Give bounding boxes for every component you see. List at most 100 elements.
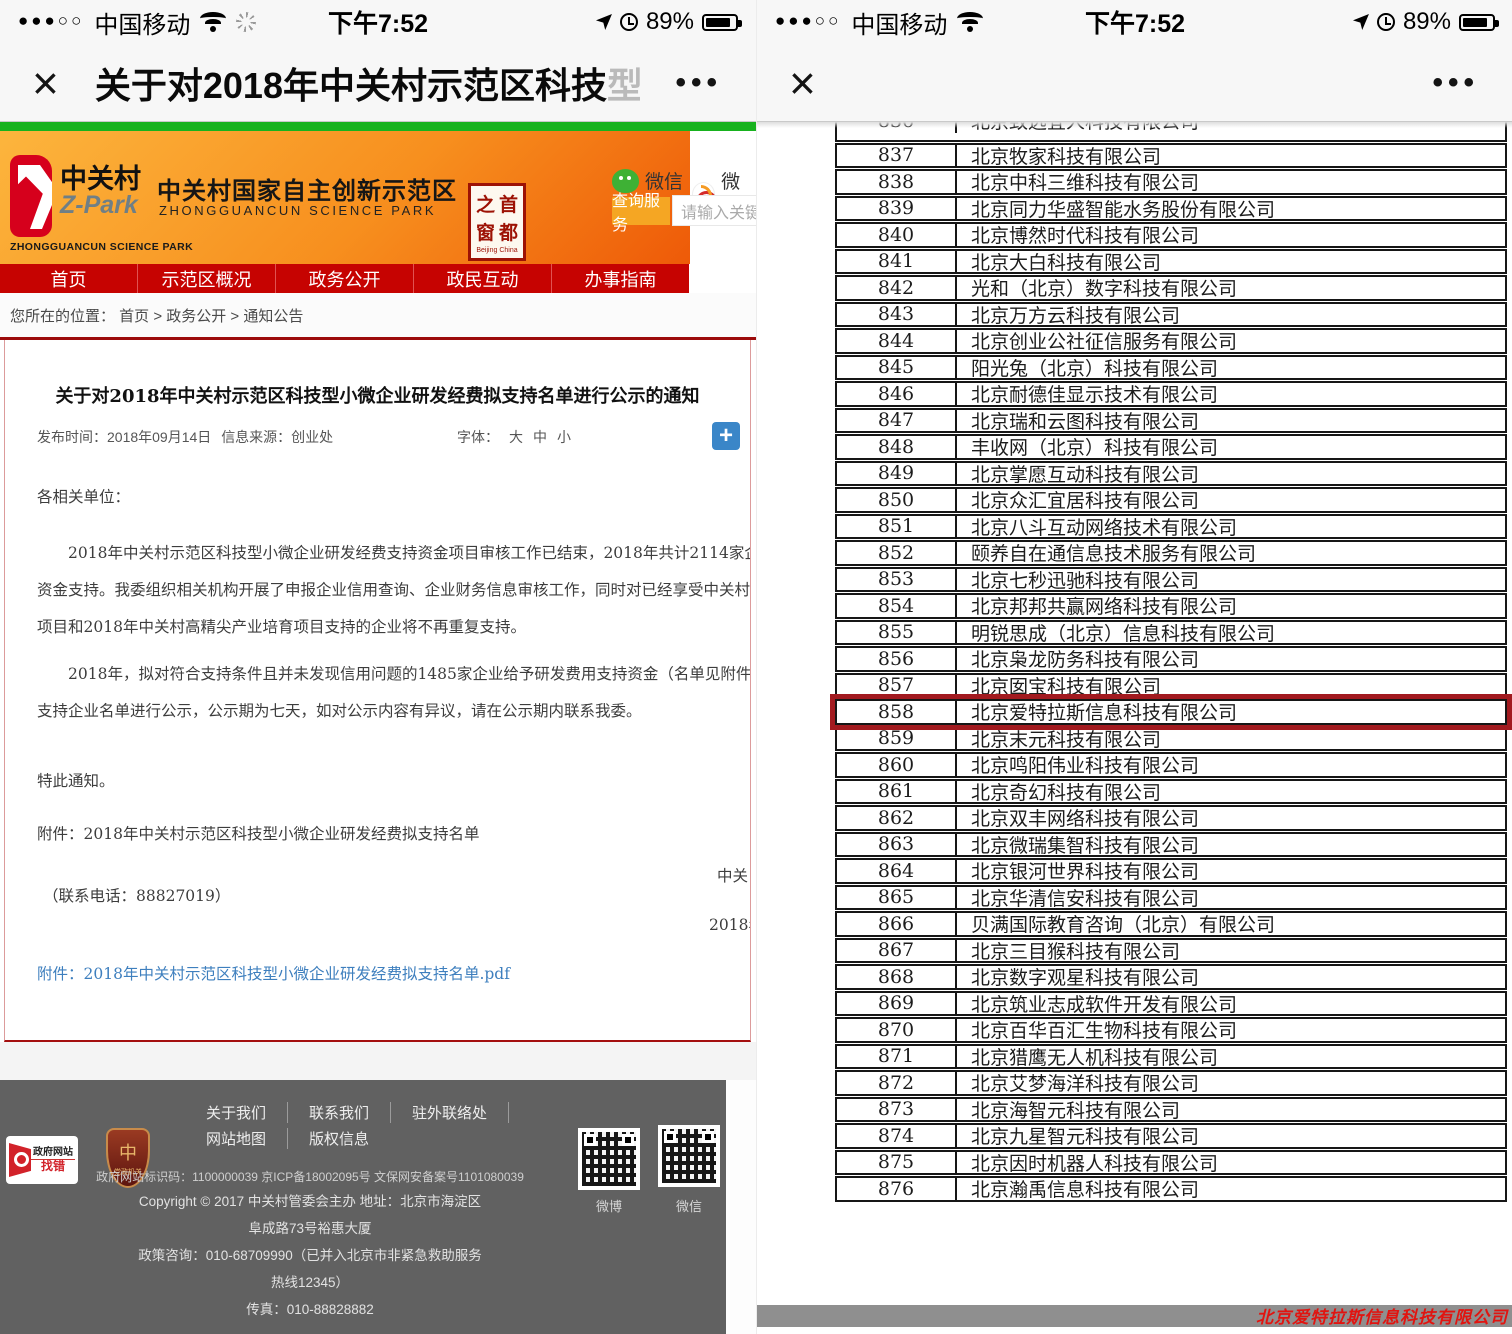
browser-toolbar: × ••• bbox=[757, 44, 1512, 122]
close-button[interactable]: × bbox=[32, 60, 59, 106]
table-row: 866 贝满国际教育咨询（北京）有限公司 bbox=[835, 911, 1507, 937]
footer-link[interactable]: 关于我们 bbox=[185, 1102, 288, 1123]
table-row: 843 北京万方云科技有限公司 bbox=[835, 302, 1507, 328]
company-name-cell: 光和（北京）数字科技有限公司 bbox=[957, 277, 1505, 299]
zpark-logo-caption: ZHONGGUANCUN SCIENCE PARK bbox=[10, 241, 185, 253]
footer-link[interactable]: 网站地图 bbox=[185, 1128, 288, 1149]
page-title: 关于对2018年中关村示范区科技型 bbox=[95, 57, 640, 109]
nav-item[interactable]: 首页 bbox=[0, 264, 137, 293]
table-row: 858 北京爱特拉斯信息科技有限公司 bbox=[835, 699, 1507, 725]
table-row: 868 北京数字观星科技有限公司 bbox=[835, 964, 1507, 990]
article-body: 各相关单位： 2018年中关村示范区科技型小微企业研发经费支持资金项目审核工作已… bbox=[37, 485, 751, 915]
publish-info: 发布时间：2018年09月14日 信息来源：创业处 bbox=[37, 427, 339, 447]
row-number-cell: 870 bbox=[837, 1019, 957, 1041]
breadcrumb[interactable]: 您所在的位置： 首页 > 政务公开 > 通知公告 bbox=[0, 293, 756, 337]
menu-button[interactable]: ••• bbox=[675, 66, 722, 100]
row-number-cell: 859 bbox=[837, 728, 957, 750]
table-row: 870 北京百华百汇生物科技有限公司 bbox=[835, 1017, 1507, 1043]
row-number-cell: 849 bbox=[837, 463, 957, 485]
company-name-cell: 北京七秒迅驰科技有限公司 bbox=[957, 569, 1505, 591]
table-row: 847 北京瑞和云图科技有限公司 bbox=[835, 408, 1507, 434]
seal-caption: Beijing China bbox=[474, 247, 520, 254]
site-footer: 关于我们联系我们驻外联络处 网站地图版权信息 政府网站 找错 中 党政机关 政府… bbox=[0, 1080, 726, 1334]
nav-item[interactable]: 政务公开 bbox=[275, 264, 413, 293]
row-number-cell: 873 bbox=[837, 1099, 957, 1121]
search-service-button[interactable]: 查询服务 bbox=[612, 197, 670, 225]
attachment-pdf-link[interactable]: 附件：2018年中关村示范区科技型小微企业研发经费拟支持名单.pdf bbox=[37, 962, 510, 984]
font-label: 字体： bbox=[457, 427, 499, 447]
table-row: 862 北京双丰网络科技有限公司 bbox=[835, 805, 1507, 831]
browser-toolbar: × 关于对2018年中关村示范区科技型 ••• bbox=[0, 44, 756, 122]
row-number-cell: 860 bbox=[837, 754, 957, 776]
row-number-cell: 841 bbox=[837, 251, 957, 273]
shield-emblem-icon: 中 bbox=[119, 1139, 137, 1165]
row-number-cell: 848 bbox=[837, 436, 957, 458]
company-name-cell: 北京奇幻科技有限公司 bbox=[957, 781, 1505, 803]
company-name-cell: 北京瑞和云图科技有限公司 bbox=[957, 410, 1505, 432]
status-right: 89% bbox=[1353, 8, 1495, 36]
site-header-banner: 中关村 Z-Park ZHONGGUANCUN SCIENCE PARK 中关村… bbox=[0, 131, 690, 264]
font-size-option[interactable]: 大 bbox=[509, 427, 523, 447]
font-size-option[interactable]: 中 bbox=[533, 427, 547, 447]
row-number-cell: 863 bbox=[837, 834, 957, 856]
table-row: 854 北京邦邦共赢网络科技有限公司 bbox=[835, 593, 1507, 619]
row-number-cell: 850 bbox=[837, 489, 957, 511]
body-line: 项目和2018年中关村高精尖产业培育项目支持的企业将不再重复支持。 bbox=[37, 609, 751, 646]
company-name-cell: 北京末元科技有限公司 bbox=[957, 728, 1505, 750]
table-row: 853 北京七秒迅驰科技有限公司 bbox=[835, 567, 1507, 593]
body-paragraphs: 2018年中关村示范区科技型小微企业研发经费支持资金项目审核工作已结束，2018… bbox=[37, 535, 751, 730]
address-line2: 阜成路73号裕惠大厦 bbox=[0, 1217, 620, 1237]
footer-links-row1: 关于我们联系我们驻外联络处 bbox=[185, 1102, 509, 1123]
table-row: 876 北京瀚禹信息科技有限公司 bbox=[835, 1176, 1507, 1202]
title-fade: 型 bbox=[607, 65, 640, 106]
article-content: 关于对2018年中关村示范区科技型小微企业研发经费拟支持名单进行公示的通知 发布… bbox=[4, 340, 751, 1042]
page-load-progress-bar bbox=[0, 122, 756, 131]
row-number-cell: 868 bbox=[837, 966, 957, 988]
content-footer-gap bbox=[0, 1042, 756, 1080]
screenshot-pair: ●●●○○ 中国移动 下午7:52 89% × 关于对2018年中关村示范区科技… bbox=[0, 0, 1512, 1334]
salutation: 各相关单位： bbox=[37, 485, 751, 507]
org-name-en: ZHONGGUANCUN SCIENCE PARK bbox=[159, 203, 436, 218]
qr2-label: 微信 bbox=[676, 1196, 702, 1215]
row-number-cell: 838 bbox=[837, 171, 957, 193]
company-name-cell: 北京瀚禹信息科技有限公司 bbox=[957, 1178, 1505, 1200]
font-size-option[interactable]: 小 bbox=[557, 427, 571, 447]
company-name-cell: 北京囡宝科技有限公司 bbox=[957, 675, 1505, 697]
battery-icon bbox=[702, 14, 738, 31]
contact-phone: （联系电话：88827019） bbox=[37, 878, 751, 915]
zpark-logo-en: Z-Park bbox=[60, 191, 138, 220]
body-line: 支持企业名单进行公示，公示期为七天，如对公示内容有异议，请在公示期内联系我委。 bbox=[37, 693, 751, 730]
row-number-cell: 844 bbox=[837, 330, 957, 352]
table-row: 846 北京耐德佳显示技术有限公司 bbox=[835, 381, 1507, 407]
company-name-cell: 贝满国际教育咨询（北京）有限公司 bbox=[957, 913, 1505, 935]
row-number-cell: 858 bbox=[837, 701, 957, 723]
company-name-cell: 北京海智元科技有限公司 bbox=[957, 1099, 1505, 1121]
table-row: 861 北京奇幻科技有限公司 bbox=[835, 779, 1507, 805]
row-number-cell: 842 bbox=[837, 277, 957, 299]
nav-item[interactable]: 示范区概况 bbox=[137, 264, 275, 293]
company-name-cell: 北京微瑞集智科技有限公司 bbox=[957, 834, 1505, 856]
company-name-cell: 北京因时机器人科技有限公司 bbox=[957, 1152, 1505, 1174]
nav-item[interactable]: 政民互动 bbox=[413, 264, 551, 293]
table-row: 841 北京大白科技有限公司 bbox=[835, 249, 1507, 275]
company-name-cell: 北京大白科技有限公司 bbox=[957, 251, 1505, 273]
nav-item[interactable]: 办事指南 bbox=[551, 264, 689, 293]
table-row: 871 北京猎鹰无人机科技有限公司 bbox=[835, 1044, 1507, 1070]
close-button[interactable]: × bbox=[789, 60, 816, 106]
share-button[interactable]: + bbox=[712, 422, 740, 450]
search-input[interactable]: 请输入关键字 bbox=[672, 195, 756, 226]
row-number-cell: 861 bbox=[837, 781, 957, 803]
company-name-cell: 北京掌愿互动科技有限公司 bbox=[957, 463, 1505, 485]
menu-button[interactable]: ••• bbox=[1432, 66, 1479, 100]
consult-line2: 热线12345） bbox=[0, 1271, 620, 1291]
zpark-logo-icon bbox=[10, 155, 52, 237]
row-number-cell: 872 bbox=[837, 1072, 957, 1094]
footer-link[interactable]: 版权信息 bbox=[288, 1128, 390, 1149]
company-name-cell: 北京邦邦共赢网络科技有限公司 bbox=[957, 595, 1505, 617]
row-number-cell: 857 bbox=[837, 675, 957, 697]
footer-link[interactable]: 联系我们 bbox=[288, 1102, 391, 1123]
company-name-cell: 北京创业公社征信服务有限公司 bbox=[957, 330, 1505, 352]
footer-link[interactable]: 驻外联络处 bbox=[391, 1102, 509, 1123]
capital-window-seal[interactable]: 之首窗都 Beijing China bbox=[468, 183, 526, 261]
company-name-cell: 北京数字观星科技有限公司 bbox=[957, 966, 1505, 988]
